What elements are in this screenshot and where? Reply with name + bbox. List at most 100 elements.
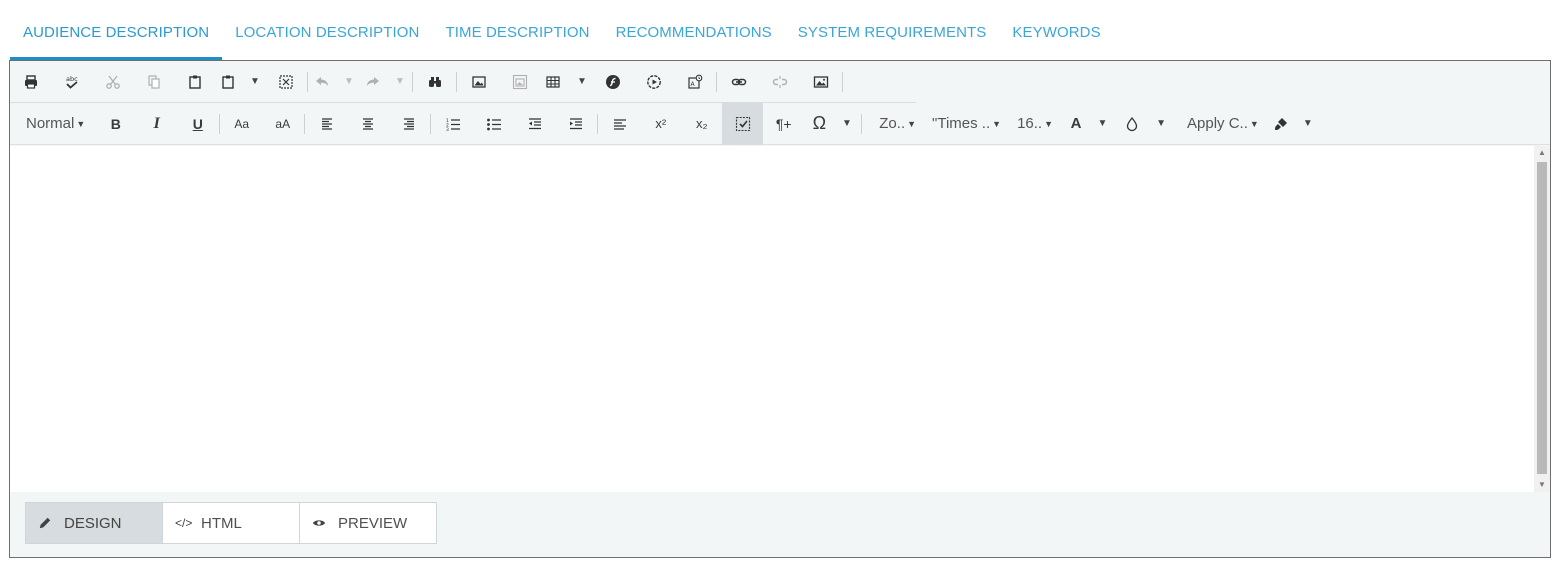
preview-mode-button[interactable]: PREVIEW — [299, 502, 437, 544]
toolbar-separator — [304, 113, 306, 134]
format-painter-button[interactable]: ▼ — [1267, 103, 1319, 145]
align-center-button[interactable] — [347, 103, 388, 145]
zoom-value: Zo.. — [879, 115, 906, 132]
preview-mode-label: PREVIEW — [338, 514, 408, 532]
superscript-button[interactable]: x² — [640, 103, 681, 145]
link-icon[interactable] — [718, 61, 759, 103]
chevron-down-icon: ▼ — [992, 118, 1002, 129]
image-manager-icon[interactable] — [458, 61, 499, 103]
bulleted-list-icon — [486, 118, 501, 130]
pencil-icon — [38, 516, 56, 530]
toolbar-separator — [307, 71, 308, 92]
uppercase-icon: aA — [275, 116, 291, 131]
paste-icon[interactable] — [174, 61, 215, 103]
bulleted-list-button[interactable] — [473, 103, 514, 145]
print-icon[interactable] — [10, 61, 51, 103]
find-replace-icon[interactable] — [414, 61, 455, 103]
convert-lowercase-button[interactable]: Aa — [221, 103, 262, 145]
align-right-icon — [403, 117, 414, 130]
font-size-dropdown[interactable]: 16.. ▼ — [1009, 103, 1061, 145]
format-stripper-icon — [735, 116, 750, 131]
subscript-icon: x₂ — [695, 116, 708, 131]
align-center-icon — [362, 117, 373, 130]
undo-icon[interactable]: ▼ — [309, 61, 359, 103]
italic-button[interactable]: I — [136, 103, 177, 145]
toolbar-separator — [456, 71, 457, 92]
italic-icon: I — [153, 114, 160, 132]
align-left-button[interactable] — [306, 103, 347, 145]
design-mode-label: DESIGN — [64, 514, 122, 532]
apply-css-dropdown[interactable]: Apply C.. ▼ — [1173, 103, 1267, 145]
editor-mode-bar: DESIGN </> HTML PREVIEW — [25, 502, 437, 544]
svg-text:A: A — [690, 81, 695, 88]
paint-brush-icon — [1274, 117, 1287, 130]
redo-icon[interactable]: ▼ — [359, 61, 411, 103]
chevron-down-icon: ▼ — [395, 76, 405, 87]
convert-uppercase-button[interactable]: aA — [262, 103, 303, 145]
justify-button[interactable] — [599, 103, 640, 145]
editor-content-area[interactable]: ▲ ▼ — [10, 146, 1550, 492]
tab-location-description[interactable]: LOCATION DESCRIPTION — [222, 8, 432, 60]
design-mode-button[interactable]: DESIGN — [25, 502, 163, 544]
chevron-down-icon: ▼ — [907, 118, 917, 129]
tab-keywords[interactable]: KEYWORDS — [999, 8, 1113, 60]
rich-text-editor: abc ▼ ▼ ▼ ▼ A Normal ▼ B I U Aa aA 1 2 3… — [9, 60, 1551, 558]
subscript-button[interactable]: x₂ — [681, 103, 722, 145]
scroll-down-icon[interactable]: ▼ — [1534, 478, 1550, 492]
tab-audience-description[interactable]: AUDIENCE DESCRIPTION — [10, 8, 223, 60]
align-right-button[interactable] — [388, 103, 429, 145]
tab-recommendations[interactable]: RECOMMENDATIONS — [603, 8, 785, 60]
paragraph-style-value: Normal — [26, 115, 75, 132]
numbered-list-icon: 123 — [446, 118, 460, 132]
insert-symbol-button[interactable]: Ω ▼ — [804, 103, 860, 145]
numbered-list-button[interactable]: 123 — [432, 103, 473, 145]
indent-button[interactable] — [555, 103, 596, 145]
paragraph-style-dropdown[interactable]: Normal ▼ — [10, 103, 95, 145]
flash-icon[interactable] — [592, 61, 633, 103]
toolbar-row-2: Normal ▼ B I U Aa aA 123 x² x₂ ¶+ Ω ▼ Zo… — [10, 102, 1550, 145]
underline-button[interactable]: U — [177, 103, 218, 145]
chevron-down-icon: ▼ — [1156, 118, 1166, 129]
insert-paragraph-button[interactable]: ¶+ — [763, 103, 804, 145]
foreground-color-button[interactable]: A ▼ — [1061, 103, 1117, 145]
font-name-dropdown[interactable]: "Times .. ▼ — [924, 103, 1009, 145]
bold-icon: B — [110, 115, 121, 132]
font-color-icon: A — [1070, 115, 1082, 132]
superscript-icon: x² — [655, 116, 667, 131]
chevron-down-icon: ▼ — [1302, 118, 1313, 129]
table-icon[interactable]: ▼ — [540, 61, 592, 103]
spellcheck-icon[interactable]: abc — [51, 61, 92, 103]
chevron-down-icon: ▼ — [344, 76, 354, 87]
copy-icon[interactable] — [133, 61, 174, 103]
scroll-up-icon[interactable]: ▲ — [1534, 146, 1550, 160]
svg-text:3: 3 — [446, 127, 449, 132]
format-stripper-button[interactable] — [722, 102, 764, 145]
paste-options-icon[interactable]: ▼ — [215, 61, 265, 103]
tab-system-requirements[interactable]: SYSTEM REQUIREMENTS — [785, 8, 1000, 60]
unlink-icon[interactable] — [759, 61, 800, 103]
justify-icon — [613, 118, 626, 130]
fullscreen-icon[interactable] — [265, 61, 306, 103]
background-color-button[interactable]: ▼ — [1117, 103, 1173, 145]
html-mode-label: HTML — [201, 514, 242, 532]
zoom-dropdown[interactable]: Zo.. ▼ — [863, 103, 924, 145]
cut-icon[interactable] — [92, 61, 133, 103]
chevron-down-icon: ▼ — [1249, 118, 1259, 129]
vertical-scrollbar[interactable]: ▲ ▼ — [1534, 146, 1550, 492]
media-icon[interactable] — [633, 61, 674, 103]
code-icon: </> — [175, 516, 193, 530]
omega-icon: Ω — [812, 113, 827, 133]
image-properties-icon[interactable] — [499, 61, 540, 103]
chevron-down-icon: ▼ — [1097, 118, 1108, 129]
chevron-down-icon: ▼ — [1044, 118, 1054, 129]
lowercase-icon: Aa — [234, 116, 250, 131]
toolbar-row-1: abc ▼ ▼ ▼ ▼ A — [10, 61, 916, 103]
outdent-button[interactable] — [514, 103, 555, 145]
template-icon[interactable]: A — [674, 61, 715, 103]
image-icon[interactable] — [800, 61, 841, 103]
scrollbar-thumb[interactable] — [1537, 162, 1547, 474]
bold-button[interactable]: B — [95, 103, 136, 145]
toolbar-separator — [219, 113, 221, 134]
html-mode-button[interactable]: </> HTML — [162, 502, 300, 544]
tab-time-description[interactable]: TIME DESCRIPTION — [432, 8, 602, 60]
